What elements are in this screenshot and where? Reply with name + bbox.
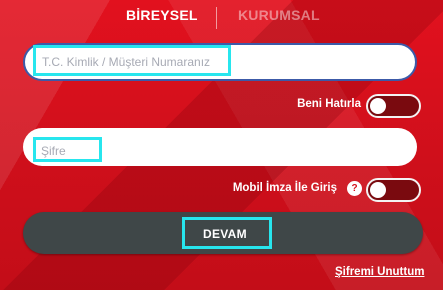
tab-individual[interactable]: BİREYSEL — [126, 7, 198, 23]
forgot-password-link[interactable]: Şifremi Unuttum — [335, 266, 424, 278]
help-icon[interactable]: ? — [347, 181, 362, 196]
mobile-signature-label: Mobil İmza İle Giriş — [232, 182, 337, 194]
mobile-signature-toggle[interactable] — [366, 178, 421, 202]
tab-corporate[interactable]: KURUMSAL — [238, 7, 320, 23]
toggle-knob — [370, 98, 386, 114]
continue-button-label: DEVAM — [203, 227, 247, 241]
login-type-tabs: BİREYSEL KURUMSAL — [0, 7, 443, 29]
remember-me-label: Beni Hatırla — [297, 98, 361, 110]
toggle-knob — [370, 182, 386, 198]
remember-me-toggle[interactable] — [366, 94, 421, 118]
tab-divider — [216, 7, 217, 29]
customer-id-highlight — [33, 45, 231, 76]
mobile-signature-row: Mobil İmza İle Giriş ? — [181, 178, 421, 202]
password-highlight — [33, 137, 102, 162]
remember-me-row: Beni Hatırla — [221, 94, 421, 118]
